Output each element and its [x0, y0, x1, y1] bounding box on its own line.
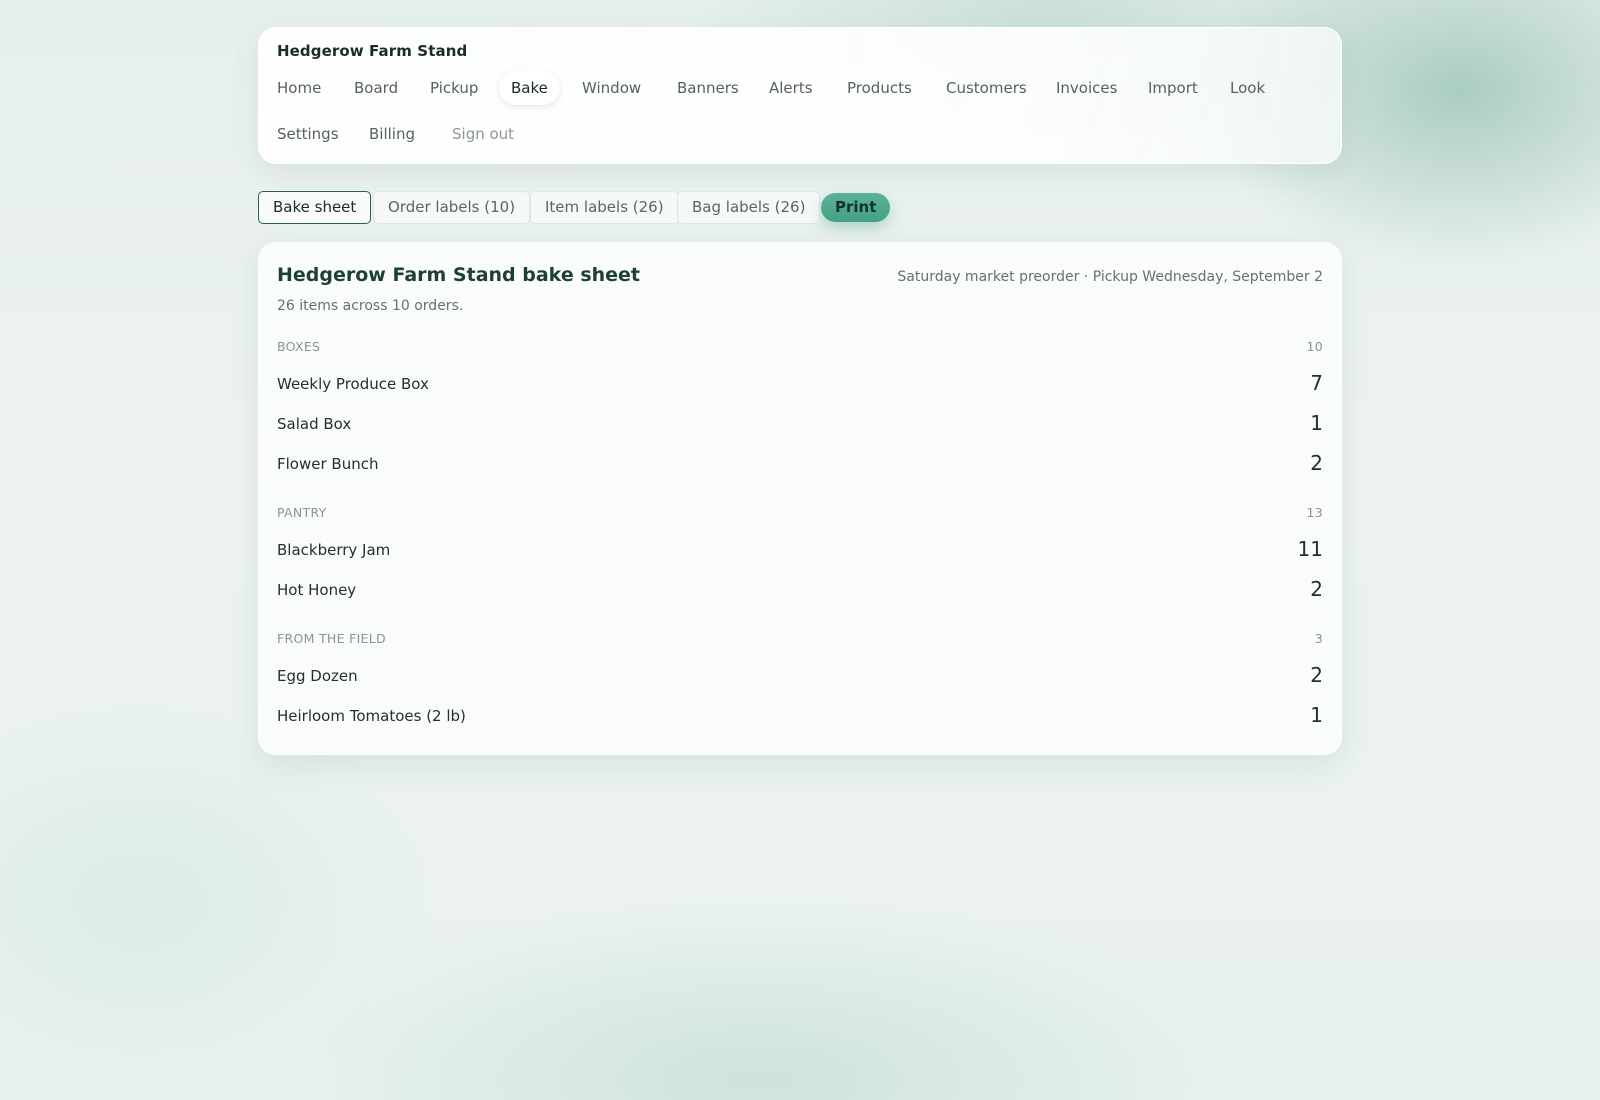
- item-qty: 11: [1297, 537, 1323, 561]
- nav-board[interactable]: Board: [342, 71, 410, 105]
- item-name: Egg Dozen: [277, 667, 358, 685]
- nav-customers[interactable]: Customers: [934, 71, 1039, 105]
- nav-import[interactable]: Import: [1136, 71, 1210, 105]
- section-count: 13: [1306, 505, 1323, 520]
- item-qty: 2: [1310, 577, 1323, 601]
- nav-banners[interactable]: Banners: [665, 71, 751, 105]
- list-item: Egg Dozen 2: [277, 663, 1323, 691]
- item-name: Heirloom Tomatoes (2 lb): [277, 707, 466, 725]
- app-header: Hedgerow Farm Stand Home Board Pickup Ba…: [258, 27, 1342, 164]
- item-qty: 7: [1310, 371, 1323, 395]
- brand-name: Hedgerow Farm Stand: [277, 42, 468, 60]
- print-button[interactable]: Print: [821, 193, 891, 222]
- nav-billing[interactable]: Billing: [357, 117, 427, 151]
- nav-bake[interactable]: Bake: [499, 71, 560, 105]
- section-count: 3: [1314, 631, 1323, 646]
- section-header-boxes: BOXES 10: [277, 339, 1323, 357]
- nav-settings[interactable]: Settings: [265, 117, 351, 151]
- tab-bake-sheet[interactable]: Bake sheet: [258, 191, 372, 224]
- sheet-meta: Saturday market preorder · Pickup Wednes…: [897, 269, 1323, 285]
- bake-sheet-card: Hedgerow Farm Stand bake sheet Saturday …: [258, 242, 1342, 755]
- tab-bag-labels[interactable]: Bag labels (26): [677, 191, 821, 224]
- nav-home[interactable]: Home: [265, 71, 333, 105]
- list-item: Weekly Produce Box 7: [277, 371, 1323, 399]
- item-name: Hot Honey: [277, 581, 357, 599]
- sheet-title: Hedgerow Farm Stand bake sheet: [277, 264, 641, 286]
- section-name: FROM THE FIELD: [277, 631, 386, 646]
- item-name: Salad Box: [277, 415, 352, 433]
- nav-alerts[interactable]: Alerts: [757, 71, 825, 105]
- nav-look[interactable]: Look: [1218, 71, 1277, 105]
- item-name: Blackberry Jam: [277, 541, 391, 559]
- item-qty: 2: [1310, 451, 1323, 475]
- list-item: Blackberry Jam 11: [277, 537, 1323, 565]
- section-name: BOXES: [277, 339, 321, 354]
- item-qty: 1: [1310, 703, 1323, 727]
- section-name: PANTRY: [277, 505, 327, 520]
- list-item: Flower Bunch 2: [277, 451, 1323, 479]
- section-count: 10: [1306, 339, 1323, 354]
- tab-order-labels[interactable]: Order labels (10): [373, 191, 531, 224]
- nav-invoices[interactable]: Invoices: [1044, 71, 1129, 105]
- list-item: Heirloom Tomatoes (2 lb) 1: [277, 703, 1323, 731]
- list-item: Salad Box 1: [277, 411, 1323, 439]
- section-header-pantry: PANTRY 13: [277, 505, 1323, 523]
- nav-pickup[interactable]: Pickup: [418, 71, 490, 105]
- item-qty: 1: [1310, 411, 1323, 435]
- nav-products[interactable]: Products: [835, 71, 924, 105]
- section-header-from-the-field: FROM THE FIELD 3: [277, 631, 1323, 649]
- item-name: Weekly Produce Box: [277, 375, 429, 393]
- item-qty: 2: [1310, 663, 1323, 687]
- list-item: Hot Honey 2: [277, 577, 1323, 605]
- sign-out-link[interactable]: Sign out: [452, 117, 514, 151]
- tab-item-labels[interactable]: Item labels (26): [530, 191, 679, 224]
- sheet-summary: 26 items across 10 orders.: [277, 298, 464, 314]
- item-name: Flower Bunch: [277, 455, 379, 473]
- nav-window[interactable]: Window: [570, 71, 653, 105]
